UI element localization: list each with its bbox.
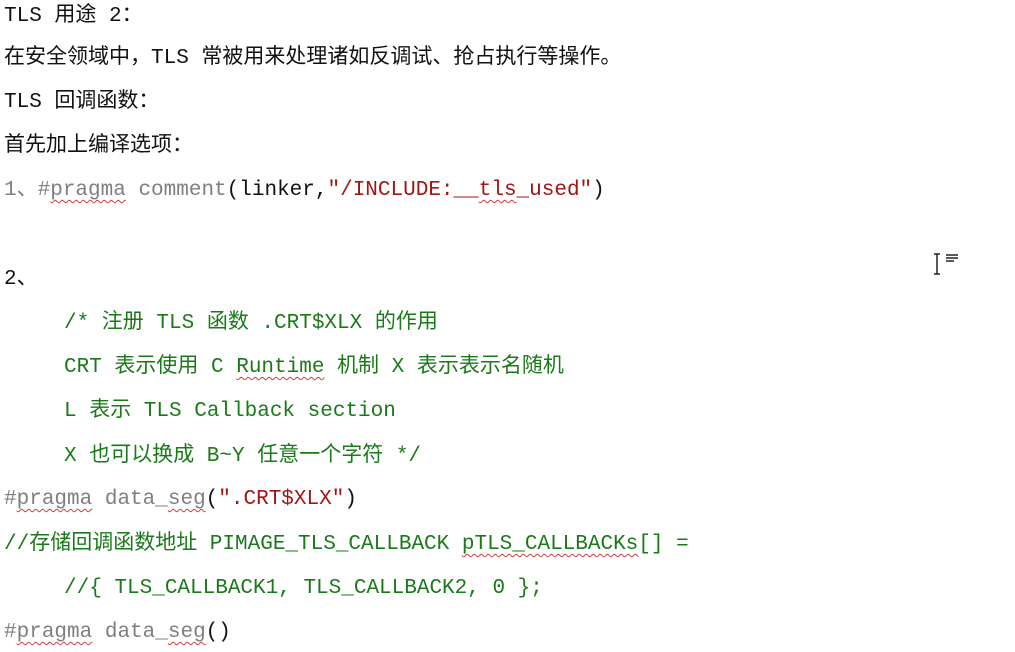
code-line-callback-array: //存储回调函数地址 PIMAGE_TLS_CALLBACK pTLS_CALL… [4, 530, 689, 560]
linker-arg: (linker, [226, 179, 328, 202]
code-line-pragma-comment: 1、#pragma comment(linker,"/INCLUDE:__tls… [4, 176, 605, 206]
list-number: 1、 [4, 179, 38, 202]
string-part: "/INCLUDE:__ [327, 179, 479, 202]
pragma-keyword: pragma [50, 179, 126, 202]
parens: () [205, 621, 231, 644]
code-line-data-seg-end: #pragma data_seg() [4, 618, 231, 648]
comment-keyword: comment [125, 179, 227, 202]
paragraph-tls-security: 在安全领域中，TLS 常被用来处理诸如反调试、抢占执行等操作。 [4, 47, 622, 70]
string-part: tls [478, 179, 517, 202]
comment-line-4: X 也可以换成 B~Y 任意一个字符 */ [64, 445, 422, 468]
paragraph-compile-option: 首先加上编译选项： [4, 135, 193, 158]
data-seg: seg [167, 621, 206, 644]
comment-line-2: CRT 表示使用 C Runtime 机制 X 表示表示名随机 [64, 353, 564, 383]
open-paren: ( [205, 488, 219, 511]
pragma-keyword: pragma [16, 488, 93, 511]
comment-text: CRT 表示使用 C [64, 356, 237, 379]
list-number-2: 2、 [4, 268, 38, 291]
comment-text: Runtime [236, 356, 325, 379]
code-line-callback-list: //{ TLS_CALLBACK1, TLS_CALLBACK2, 0 }; [64, 577, 543, 600]
hash: # [4, 621, 17, 644]
hash: # [4, 488, 17, 511]
comment-line-3: L 表示 TLS Callback section [64, 400, 396, 423]
close-paren: ) [344, 488, 357, 511]
comment-text: [] = [638, 533, 689, 556]
heading-tls-use-2: TLS 用途 2： [4, 5, 143, 28]
pragma-keyword: pragma [16, 621, 93, 644]
close-paren: ) [592, 179, 605, 202]
data-seg: data_ [104, 621, 168, 644]
comment-line-1: /* 注册 TLS 函数 .CRT$XLX 的作用 [64, 312, 438, 335]
section-string: ".CRT$XLX" [218, 488, 345, 511]
heading-tls-callback: TLS 回调函数： [4, 91, 160, 114]
comment-text: //存储回调函数地址 PIMAGE_TLS_CALLBACK [4, 533, 462, 556]
data-seg: seg [167, 488, 206, 511]
comment-text: 机制 X 表示表示名随机 [324, 356, 564, 379]
hash: # [37, 179, 51, 202]
comment-text: pTLS_CALLBACKs [461, 533, 639, 556]
code-line-data-seg: #pragma data_seg(".CRT$XLX") [4, 485, 357, 515]
text-cursor-icon [934, 253, 958, 275]
string-part: _used" [516, 179, 593, 202]
data-seg: data_ [104, 488, 168, 511]
